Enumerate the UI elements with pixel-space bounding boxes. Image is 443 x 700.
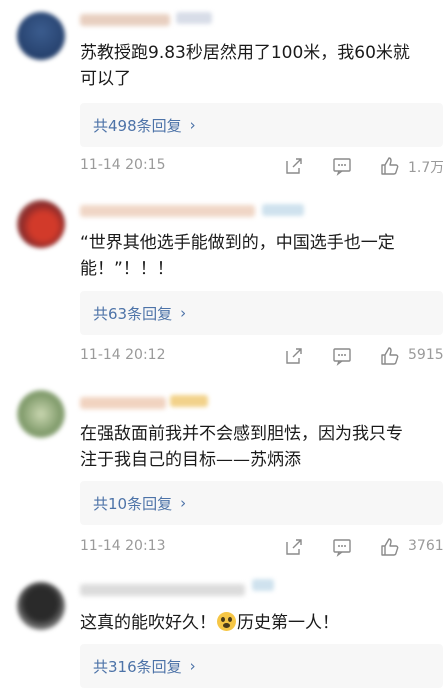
like-count: 3761 xyxy=(408,538,443,554)
user-badge xyxy=(252,579,274,591)
chevron-right-icon: › xyxy=(180,304,187,322)
astonished-face-emoji xyxy=(217,612,236,631)
comment-text-line: “世界其他选手能做到的，中国选手也一定 xyxy=(80,233,395,253)
username-blurred[interactable] xyxy=(80,14,170,26)
comment-text-segment: 历史第一人！ xyxy=(237,613,339,633)
timestamp: 11-14 20:12 xyxy=(80,347,166,363)
comment-meta: 11-14 20:15 1.7万 xyxy=(80,157,443,177)
avatar[interactable] xyxy=(17,12,65,60)
username-blurred[interactable] xyxy=(80,205,255,217)
comment-text-line: 注于我自己的目标——苏炳添 xyxy=(80,450,301,470)
reply-count-label: 共63条回复 xyxy=(93,304,173,323)
comment-text-line: 在强敌面前我并不会感到胆怯，因为我只专 xyxy=(80,424,403,444)
reply-count-label: 共10条回复 xyxy=(93,494,173,513)
username-blurred[interactable] xyxy=(80,397,166,409)
thumbs-up-icon[interactable] xyxy=(380,537,400,557)
avatar[interactable] xyxy=(17,390,65,438)
thumbs-up-icon[interactable] xyxy=(380,156,400,176)
view-replies-button[interactable]: 共10条回复 › xyxy=(80,481,443,525)
comment-text-line: 可以了 xyxy=(80,69,131,89)
comment-text: “世界其他选手能做到的，中国选手也一定 能！”！！！ xyxy=(80,230,442,282)
view-replies-button[interactable]: 共498条回复 › xyxy=(80,103,443,147)
comment-text-line: 苏教授跑9.83秒居然用了100米，我60米就 xyxy=(80,43,410,63)
view-replies-button[interactable]: 共63条回复 › xyxy=(80,291,443,335)
reply-count-label: 共316条回复 xyxy=(93,657,182,676)
comment-text-line: 能！”！！！ xyxy=(80,259,174,279)
view-replies-button[interactable]: 共316条回复 › xyxy=(80,644,443,688)
comment-icon[interactable] xyxy=(332,156,352,176)
comment-icon[interactable] xyxy=(332,346,352,366)
avatar[interactable] xyxy=(17,200,65,248)
like-count: 1.7万 xyxy=(408,160,443,176)
user-badge xyxy=(170,395,208,407)
comment-text-segment: 这真的能吹好久！ xyxy=(80,613,216,633)
user-badge xyxy=(262,204,304,216)
user-badge xyxy=(176,12,212,24)
comment-text: 苏教授跑9.83秒居然用了100米，我60米就 可以了 xyxy=(80,40,442,92)
timestamp: 11-14 20:15 xyxy=(80,157,166,173)
share-icon[interactable] xyxy=(284,346,304,366)
chevron-right-icon: › xyxy=(189,657,196,675)
comment-meta: 11-14 20:12 5915 xyxy=(80,347,443,367)
like-count: 5915 xyxy=(408,347,443,363)
reply-count-label: 共498条回复 xyxy=(93,116,182,135)
chevron-right-icon: › xyxy=(180,494,187,512)
avatar[interactable] xyxy=(17,582,65,630)
comment-text: 这真的能吹好久！ 历史第一人！ xyxy=(80,610,442,636)
timestamp: 11-14 20:13 xyxy=(80,538,166,554)
comment-meta: 11-14 20:13 3761 xyxy=(80,538,443,558)
share-icon[interactable] xyxy=(284,156,304,176)
share-icon[interactable] xyxy=(284,537,304,557)
comment-text: 在强敌面前我并不会感到胆怯，因为我只专 注于我自己的目标——苏炳添 xyxy=(80,421,442,473)
username-blurred[interactable] xyxy=(80,584,245,596)
thumbs-up-icon[interactable] xyxy=(380,346,400,366)
comment-icon[interactable] xyxy=(332,537,352,557)
chevron-right-icon: › xyxy=(189,116,196,134)
